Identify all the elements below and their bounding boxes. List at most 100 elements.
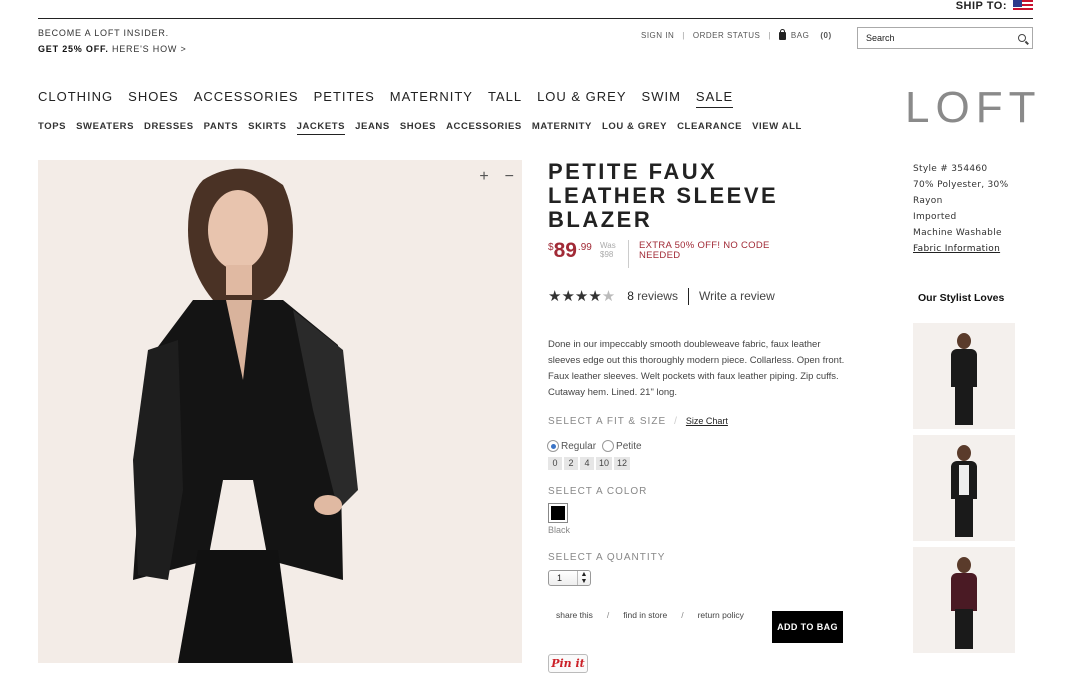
fit-size-label: SELECT A FIT & SIZE <box>548 416 667 427</box>
search-icon[interactable] <box>1018 34 1026 42</box>
zoom-in-icon[interactable]: + <box>479 168 488 186</box>
subnav-view-all[interactable]: VIEW ALL <box>752 121 802 135</box>
subnav-sweaters[interactable]: SWEATERS <box>76 121 134 135</box>
search-input[interactable] <box>866 33 1018 43</box>
search-box <box>857 27 1033 49</box>
bag-label: BAG <box>790 31 810 40</box>
product-specs: Style # 354460 70% Polyester, 30% Rayon … <box>913 161 1033 257</box>
size-2[interactable]: 2 <box>564 457 578 470</box>
subnav-jackets[interactable]: JACKETS <box>296 121 346 135</box>
price-dollars: 89 <box>553 239 577 262</box>
price-divider <box>628 240 629 268</box>
nav-swim[interactable]: SWIM <box>642 89 681 108</box>
radio-icon[interactable] <box>602 440 615 452</box>
quantity-value: 1 <box>557 573 563 583</box>
nav-petites[interactable]: PETITES <box>314 89 375 108</box>
nav-tall[interactable]: TALL <box>488 89 522 108</box>
size-10[interactable]: 10 <box>596 457 613 470</box>
find-in-store-link[interactable]: find in store <box>623 610 667 620</box>
promo-text: EXTRA 50% OFF! NO CODE NEEDED <box>639 240 770 261</box>
model-illustration <box>133 168 358 663</box>
origin: Imported <box>913 212 957 222</box>
stepper-arrows-icon: ▲ ▼ <box>577 571 590 585</box>
color-swatch-black[interactable] <box>548 503 568 523</box>
radio-selected-icon[interactable] <box>547 440 559 452</box>
offer-bold: GET 25% OFF. <box>38 44 109 54</box>
ship-to-label: SHIP TO: <box>955 0 1007 12</box>
bag-count: (0) <box>820 31 832 40</box>
nav-lou-grey[interactable]: LOU & GREY <box>537 89 626 108</box>
care: Machine Washable <box>913 228 1002 238</box>
star-icon: ★★★★ <box>548 288 602 305</box>
subnav-maternity[interactable]: MATERNITY <box>532 121 592 135</box>
was-amount: $98 <box>600 250 614 259</box>
fit-regular[interactable]: Regular <box>547 440 596 452</box>
reviews-link[interactable]: 8 reviews <box>627 289 678 303</box>
stylist-item-2[interactable] <box>913 435 1015 541</box>
fit-label: Regular <box>561 440 597 452</box>
size-0[interactable]: 0 <box>548 457 562 470</box>
was-label: Was <box>600 241 616 250</box>
utility-nav: SIGN IN | ORDER STATUS | BAG (0) <box>641 28 832 40</box>
subnav-pants[interactable]: PANTS <box>204 121 239 135</box>
nav-sale[interactable]: SALE <box>695 89 734 108</box>
nav-maternity[interactable]: MATERNITY <box>390 89 473 108</box>
zoom-controls: + − <box>479 168 514 186</box>
stylist-heading: Our Stylist Loves <box>918 292 1005 304</box>
subnav-lou-grey[interactable]: LOU & GREY <box>602 121 667 135</box>
stylist-item-1[interactable] <box>913 323 1015 429</box>
subnav-skirts[interactable]: SKIRTS <box>248 121 286 135</box>
star-rating[interactable]: ★★★★ ★ <box>548 287 615 305</box>
subnav-dresses[interactable]: DRESSES <box>144 121 194 135</box>
insider-line[interactable]: BECOME A LOFT INSIDER. <box>38 25 187 41</box>
shopping-bag-icon <box>778 28 786 40</box>
style-number: Style # 354460 <box>913 164 988 174</box>
offer-link[interactable]: HERE'S HOW > <box>112 44 187 54</box>
review-count: 8 <box>627 289 634 303</box>
bag-link[interactable]: BAG (0) <box>778 28 832 40</box>
share-link[interactable]: share this <box>556 610 593 620</box>
sale-price: $ 89 .99 <box>548 240 592 262</box>
size-12[interactable]: 12 <box>614 457 631 470</box>
fit-size-heading: SELECT A FIT & SIZE / Size Chart <box>548 416 728 427</box>
half-star-icon: ★ <box>601 288 616 305</box>
quantity-label: SELECT A QUANTITY <box>548 552 666 563</box>
add-to-bag-button[interactable]: ADD TO BAG <box>772 611 843 643</box>
product-title: PETITE FAUX LEATHER SLEEVE BLAZER <box>548 159 779 232</box>
main-nav: CLOTHING SHOES ACCESSORIES PETITES MATER… <box>38 89 748 108</box>
return-policy-link[interactable]: return policy <box>698 610 744 620</box>
order-status-link[interactable]: ORDER STATUS <box>693 31 760 40</box>
us-flag-icon[interactable] <box>1013 0 1033 12</box>
zoom-out-icon[interactable]: − <box>505 168 514 186</box>
secondary-actions: share this / find in store / return poli… <box>556 610 744 620</box>
subnav-accessories[interactable]: ACCESSORIES <box>446 121 522 135</box>
subnav-shoes[interactable]: SHOES <box>400 121 436 135</box>
stylist-item-3[interactable] <box>913 547 1015 653</box>
fit-petite[interactable]: Petite <box>602 440 642 452</box>
rating-row: ★★★★ ★ 8 reviews Write a review <box>548 287 775 305</box>
loft-logo[interactable]: LOFT <box>905 84 1041 132</box>
subnav-tops[interactable]: TOPS <box>38 121 66 135</box>
size-chart-link[interactable]: Size Chart <box>686 416 728 426</box>
ship-to[interactable]: SHIP TO: <box>956 0 1033 12</box>
fabric-content: 70% Polyester, 30% <box>913 180 1009 190</box>
header-divider <box>38 18 1033 19</box>
color-name: Black <box>548 525 571 535</box>
product-description: Done in our impeccably smooth doubleweav… <box>548 339 845 398</box>
product-main-image[interactable]: + − <box>38 160 522 663</box>
subnav-jeans[interactable]: JEANS <box>355 121 390 135</box>
nav-shoes[interactable]: SHOES <box>128 89 179 108</box>
nav-accessories[interactable]: ACCESSORIES <box>194 89 299 108</box>
fabric-info-link[interactable]: Fabric Information <box>913 241 1033 257</box>
size-4[interactable]: 4 <box>580 457 594 470</box>
write-review-link[interactable]: Write a review <box>699 289 775 303</box>
sub-nav: TOPS SWEATERS DRESSES PANTS SKIRTS JACKE… <box>38 121 812 135</box>
color-label: SELECT A COLOR <box>548 486 648 497</box>
divider <box>687 287 689 305</box>
sign-in-link[interactable]: SIGN IN <box>641 31 674 40</box>
nav-clothing[interactable]: CLOTHING <box>38 89 113 108</box>
subnav-clearance[interactable]: CLEARANCE <box>677 121 742 135</box>
quantity-select[interactable]: 1 ▲ ▼ <box>548 570 591 586</box>
pin-it-button[interactable]: Pin it <box>548 654 588 673</box>
size-options: 0 2 4 10 12 <box>548 457 631 470</box>
